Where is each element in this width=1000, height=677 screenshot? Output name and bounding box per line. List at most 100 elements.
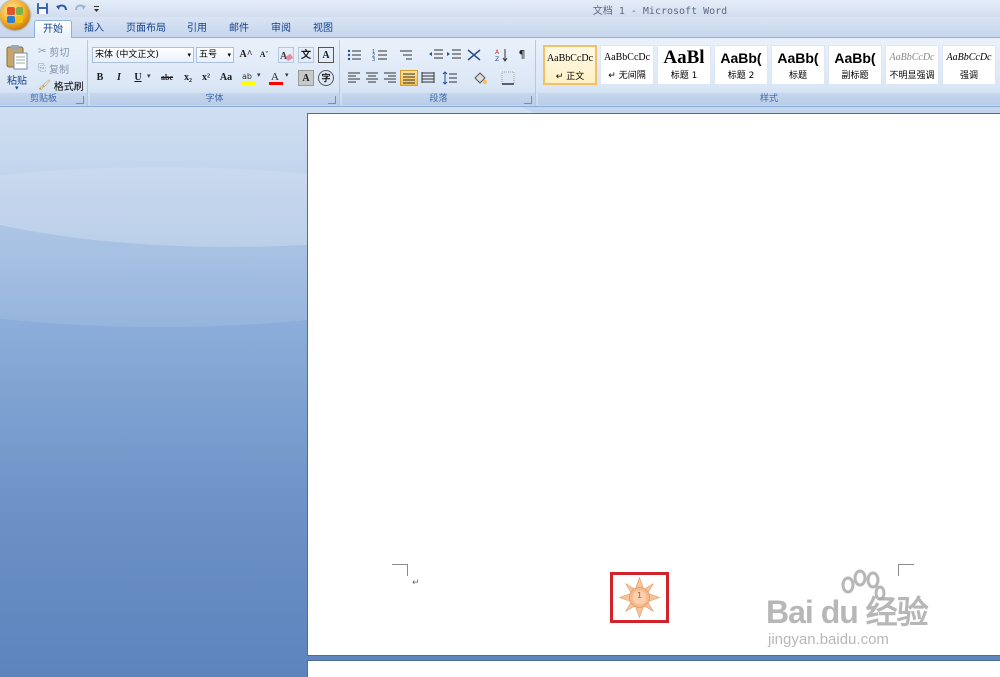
style-subtle-emphasis[interactable]: AaBbCcDc 不明显强调: [885, 45, 939, 85]
tab-view[interactable]: 视图: [306, 20, 340, 38]
align-right-button[interactable]: [382, 70, 398, 86]
style-normal[interactable]: AaBbCcDc ↵ 正文: [543, 45, 597, 85]
font-size-select[interactable]: 五号 ▾: [196, 47, 234, 63]
superscript-button[interactable]: x²: [198, 70, 214, 86]
copy-label: 复制: [49, 64, 69, 76]
tab-review[interactable]: 审阅: [264, 20, 298, 38]
subscript-button[interactable]: x₂: [180, 70, 196, 86]
borders-icon: [501, 71, 515, 85]
outdent-icon: [429, 49, 443, 59]
highlight-button[interactable]: ab ▾: [240, 70, 266, 86]
align-center-button[interactable]: [364, 70, 380, 86]
chevron-down-icon: ▾: [187, 51, 191, 59]
style-sample: AaBl: [663, 47, 705, 68]
chevron-down-icon: ▾: [15, 84, 19, 92]
tab-page-layout[interactable]: 页面布局: [118, 20, 174, 38]
style-emphasis[interactable]: AaBbCcDc 强调: [942, 45, 996, 85]
enclose-char-button[interactable]: 字: [318, 70, 334, 86]
style-name: 副标题: [841, 71, 869, 81]
document-page[interactable]: ↵ 1 Bai du 经验 jingyan.baidu.com: [307, 113, 1000, 656]
justify-button[interactable]: [400, 70, 418, 86]
style-name: 标题 1: [670, 71, 698, 81]
chinese-layout-icon: [467, 49, 481, 61]
style-heading-1[interactable]: AaBl 标题 1: [657, 45, 711, 85]
font-group: 宋体 (中文正文) ▾ 五号 ▾ A^ Aˇ A 文 A B I U ▾ abe…: [90, 40, 340, 106]
window-title: 文档 1 - Microsoft Word: [592, 6, 728, 17]
font-name-select[interactable]: 宋体 (中文正文) ▾: [92, 47, 194, 63]
font-size-value: 五号: [199, 50, 218, 60]
font-color-button[interactable]: A ▾: [268, 70, 294, 86]
bullets-button[interactable]: [346, 47, 370, 63]
justify-icon: [403, 73, 415, 84]
office-button[interactable]: [0, 0, 30, 30]
copy-icon: ⎘: [38, 62, 46, 74]
multilevel-list-button[interactable]: [398, 47, 422, 63]
style-no-spacing[interactable]: AaBbCcDc ↵ 无间隔: [600, 45, 654, 85]
italic-button[interactable]: I: [111, 70, 127, 86]
tab-home[interactable]: 开始: [34, 20, 72, 38]
change-case-button[interactable]: Aa: [216, 70, 236, 86]
style-name: 标题 2: [727, 71, 755, 81]
copy-button[interactable]: ⎘ 复制: [38, 61, 69, 76]
format-painter-label: 格式刷: [53, 81, 84, 93]
styles-group: AaBbCcDc ↵ 正文 AaBbCcDc ↵ 无间隔 AaBl 标题 1 A…: [538, 40, 1000, 106]
format-painter-button[interactable]: 🖌 格式刷: [38, 78, 84, 93]
tab-mailings[interactable]: 邮件: [222, 20, 256, 38]
clipboard-launcher-icon[interactable]: [76, 96, 84, 104]
page-number-highlight[interactable]: 1: [610, 572, 669, 623]
chinese-layout-button[interactable]: [466, 47, 490, 63]
distributed-icon: [421, 72, 435, 83]
align-left-button[interactable]: [346, 70, 362, 86]
underline-button[interactable]: U: [130, 70, 146, 86]
style-sample: AaBbCcDc: [546, 53, 594, 64]
grow-font-button[interactable]: A^: [238, 47, 254, 63]
increase-indent-button[interactable]: [446, 47, 462, 63]
page-number-text: 1: [636, 591, 643, 600]
chevron-down-icon: ▾: [285, 71, 289, 79]
clear-formatting-button[interactable]: A: [278, 47, 294, 63]
tab-insert[interactable]: 插入: [76, 20, 112, 38]
baidu-watermark: Bai du 经验 jingyan.baidu.com: [766, 569, 966, 654]
svg-text:A: A: [271, 71, 279, 83]
decrease-indent-button[interactable]: [428, 47, 444, 63]
strikethrough-button[interactable]: abe: [156, 70, 178, 86]
style-sample: AaBbCcDc: [603, 52, 651, 63]
cut-button[interactable]: ✂ 剪切: [38, 44, 70, 59]
clipboard-group: 粘贴 ▾ ✂ 剪切 ⎘ 复制 🖌 格式刷 剪贴板: [0, 40, 88, 106]
line-spacing-button[interactable]: [442, 70, 466, 86]
cut-label: 剪切: [49, 47, 70, 59]
title-bar: 文档 1 - Microsoft Word: [0, 0, 1000, 17]
pinyin-guide-button[interactable]: 文: [298, 47, 314, 63]
chevron-down-icon: ▾: [227, 51, 231, 59]
style-sample: AaBb(: [834, 50, 876, 66]
shading-button[interactable]: [472, 70, 496, 86]
office-logo-icon: [7, 7, 23, 23]
clipboard-group-label: 剪贴板: [0, 93, 87, 105]
sort-button[interactable]: AZ: [494, 47, 510, 63]
multilevel-list-icon: [400, 50, 412, 60]
document-page-next[interactable]: [307, 660, 1000, 677]
style-sample: AaBb(: [777, 50, 819, 66]
paragraph-group-label: 段落: [342, 93, 535, 105]
numbering-button[interactable]: 123: [372, 47, 396, 63]
style-title[interactable]: AaBb( 标题: [771, 45, 825, 85]
align-left-icon: [348, 72, 360, 83]
sort-icon: AZ: [495, 49, 508, 63]
paragraph-launcher-icon[interactable]: [524, 96, 532, 104]
svg-text:Z: Z: [495, 56, 499, 63]
style-subtitle[interactable]: AaBb( 副标题: [828, 45, 882, 85]
borders-button[interactable]: [500, 70, 524, 86]
paste-icon: [6, 45, 28, 70]
watermark-url: jingyan.baidu.com: [768, 631, 889, 648]
distributed-button[interactable]: [420, 70, 436, 86]
paste-button[interactable]: 粘贴 ▾: [3, 42, 31, 92]
bold-button[interactable]: B: [92, 70, 108, 86]
style-heading-2[interactable]: AaBb( 标题 2: [714, 45, 768, 85]
char-border-button[interactable]: A: [318, 47, 334, 63]
paint-bucket-icon: [474, 72, 487, 84]
char-shading-button[interactable]: A: [298, 70, 314, 86]
tab-references[interactable]: 引用: [180, 20, 214, 38]
font-launcher-icon[interactable]: [328, 96, 336, 104]
shrink-font-button[interactable]: Aˇ: [256, 47, 272, 63]
show-marks-button[interactable]: ¶: [514, 47, 530, 63]
